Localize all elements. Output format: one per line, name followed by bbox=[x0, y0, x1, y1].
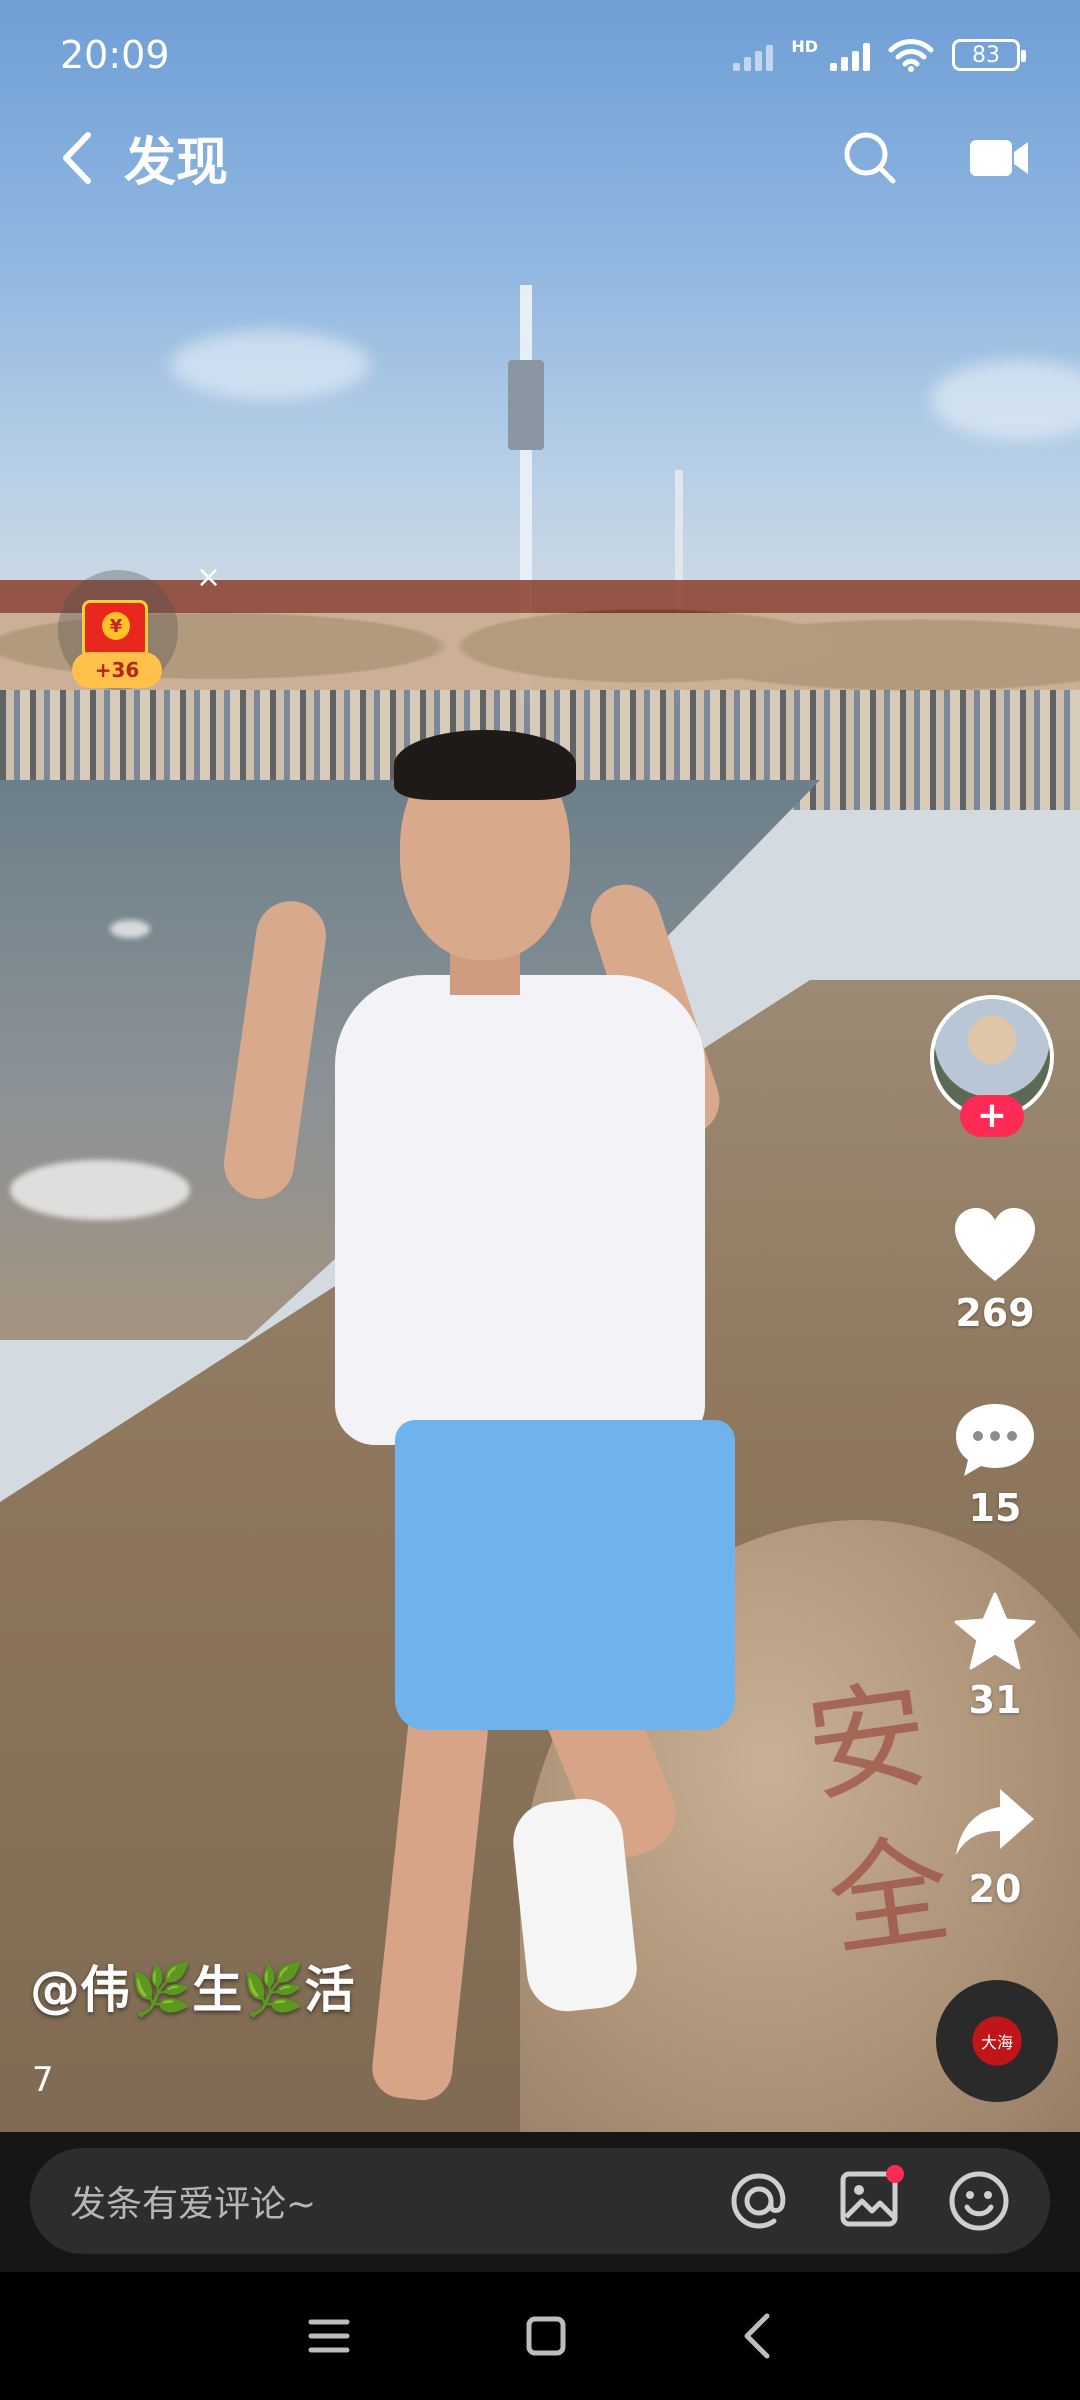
comment-button[interactable]: 15 bbox=[930, 1400, 1060, 1530]
dancer-shoe bbox=[509, 1794, 641, 2016]
heart-icon bbox=[955, 1208, 1035, 1281]
image-button[interactable] bbox=[840, 2165, 904, 2231]
music-disc-label: 大海 bbox=[980, 2033, 1013, 2052]
comment-placeholder: 发条有爱评论~ bbox=[70, 2184, 317, 2225]
menu-icon[interactable] bbox=[307, 2316, 351, 2356]
favorite-button[interactable]: 31 bbox=[930, 1590, 1060, 1722]
network-type-label: HD bbox=[791, 36, 818, 56]
battery-level: 83 bbox=[972, 42, 1000, 68]
status-time: 20:09 bbox=[60, 33, 170, 77]
emoji-icon[interactable] bbox=[948, 2170, 1010, 2232]
video-player[interactable]: 安全 bbox=[0, 0, 1080, 2132]
dancer-shirt bbox=[335, 975, 705, 1445]
comment-tools bbox=[728, 2165, 1010, 2232]
wifi-icon bbox=[888, 39, 934, 72]
back-button[interactable] bbox=[50, 131, 104, 185]
home-icon[interactable] bbox=[524, 2314, 568, 2358]
signal-icon bbox=[830, 39, 870, 71]
share-count: 20 bbox=[968, 1867, 1022, 1911]
dancer-hair bbox=[394, 730, 576, 800]
dancer-left-arm bbox=[219, 896, 331, 1204]
dancer-left-leg bbox=[369, 1696, 491, 2104]
comment-icon bbox=[956, 1404, 1034, 1476]
like-count: 269 bbox=[955, 1291, 1035, 1335]
dancer bbox=[0, 0, 1080, 2132]
follow-button[interactable]: + bbox=[960, 1095, 1024, 1137]
comment-area: 发条有爱评论~ bbox=[0, 2132, 1080, 2272]
nav-actions bbox=[842, 130, 1030, 186]
close-icon[interactable]: × bbox=[196, 560, 221, 595]
system-nav-bar bbox=[0, 2272, 1080, 2400]
top-nav: 发现 bbox=[0, 110, 1080, 205]
battery-icon: 83 bbox=[952, 39, 1026, 71]
like-button[interactable]: 269 bbox=[930, 1205, 1060, 1335]
notification-dot bbox=[886, 2165, 904, 2183]
author-name[interactable]: @伟🌿生🌿活 bbox=[30, 1950, 355, 2022]
share-button[interactable]: 20 bbox=[930, 1785, 1060, 1911]
chevron-left-icon bbox=[63, 131, 91, 184]
video-camera-icon[interactable] bbox=[968, 136, 1030, 180]
comment-count: 15 bbox=[968, 1486, 1022, 1530]
mention-icon[interactable] bbox=[728, 2170, 790, 2232]
coin-icon: ¥ bbox=[102, 612, 130, 640]
back-nav-icon[interactable] bbox=[741, 2312, 773, 2360]
comment-input[interactable]: 发条有爱评论~ bbox=[30, 2148, 1050, 2254]
star-icon bbox=[954, 1592, 1036, 1670]
status-icons: HD 83 bbox=[733, 36, 1026, 74]
video-caption: 7 bbox=[32, 2060, 54, 2100]
music-disc[interactable]: 大海 bbox=[936, 1980, 1058, 2102]
share-icon bbox=[956, 1789, 1034, 1855]
signal-icon-secondary bbox=[733, 39, 774, 71]
dancer-shorts bbox=[395, 1420, 735, 1730]
page-title: 发现 bbox=[124, 133, 229, 193]
favorite-count: 31 bbox=[968, 1678, 1022, 1722]
status-bar: 20:09 HD 83 bbox=[0, 0, 1080, 110]
red-packet-widget[interactable]: ¥ +36 bbox=[58, 570, 178, 700]
search-icon[interactable] bbox=[842, 130, 898, 186]
red-packet-reward-badge: +36 bbox=[72, 652, 162, 688]
